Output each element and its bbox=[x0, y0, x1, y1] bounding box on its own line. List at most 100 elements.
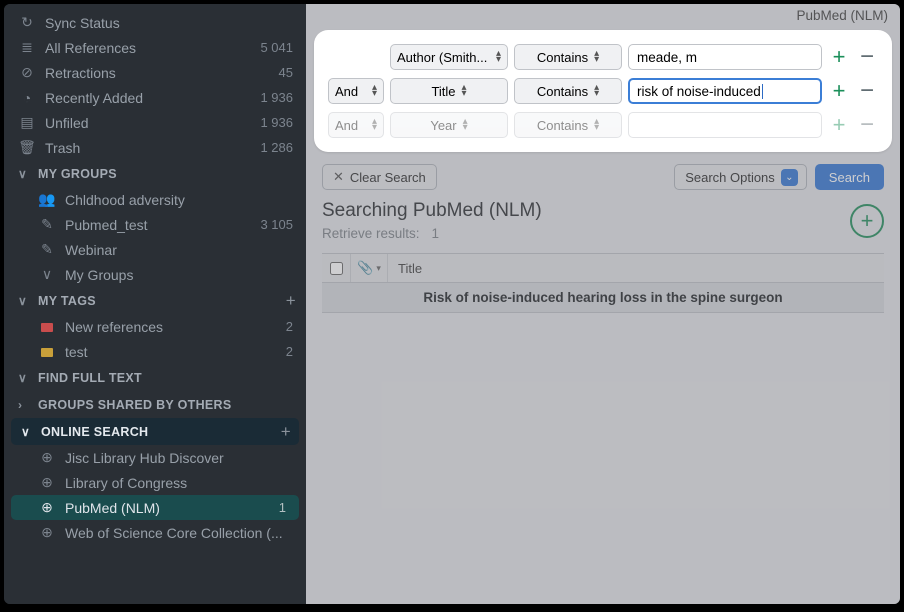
sidebar-trash[interactable]: 🗑Trash1 286 bbox=[4, 135, 306, 160]
sidebar-item-count: 2 bbox=[286, 319, 296, 334]
sidebar-item-label: Trash bbox=[45, 140, 260, 156]
plus-icon[interactable]: + bbox=[286, 291, 296, 311]
sidebar-item-count: 45 bbox=[279, 65, 296, 80]
sidebar-header-label: MY GROUPS bbox=[38, 167, 296, 181]
add-reference-button[interactable]: + bbox=[850, 204, 884, 238]
sidebar-header-my-groups[interactable]: ∨ MY GROUPS bbox=[4, 160, 306, 187]
sidebar-tag-test[interactable]: test2 bbox=[4, 339, 306, 364]
remove-row-button[interactable]: − bbox=[856, 115, 878, 135]
search-row-3: And ▴▾ Year ▴▾ Contains▴▾ + − bbox=[328, 108, 878, 142]
select-value: And bbox=[335, 118, 358, 133]
search-value-2[interactable]: risk of noise-induced bbox=[628, 78, 822, 104]
table-header: 📎▾ Title bbox=[322, 253, 884, 283]
sidebar-all-references[interactable]: ≣All References5 041 bbox=[4, 35, 306, 60]
add-row-button[interactable]: + bbox=[828, 114, 850, 136]
tag-icon bbox=[38, 344, 56, 360]
search-options-button[interactable]: Search Options⌄ bbox=[674, 164, 807, 190]
up-down-icon: ▴▾ bbox=[372, 119, 377, 131]
select-all-checkbox[interactable] bbox=[322, 262, 350, 275]
field-select-year[interactable]: Year ▴▾ bbox=[390, 112, 508, 138]
list-icon: ≣ bbox=[18, 39, 36, 56]
title-column-header[interactable]: Title bbox=[388, 261, 422, 276]
sidebar-sync-status[interactable]: ↻Sync Status bbox=[4, 10, 306, 35]
sidebar-item-label: test bbox=[65, 344, 286, 360]
chevron-right-icon: › bbox=[18, 398, 34, 412]
operator-select-1[interactable]: Contains▴▾ bbox=[514, 44, 622, 70]
sidebar-retractions[interactable]: ⊘ Retractions45 bbox=[4, 60, 306, 85]
input-value: risk of noise-induced bbox=[637, 84, 761, 99]
attachment-column[interactable]: 📎▾ bbox=[350, 254, 388, 282]
sidebar-item-label: Jisc Library Hub Discover bbox=[65, 450, 296, 466]
heading-row: Searching PubMed (NLM) Retrieve results:… bbox=[322, 200, 884, 241]
button-label: Search Options bbox=[685, 170, 775, 185]
paperclip-icon: 📎 bbox=[357, 260, 373, 276]
plus-icon[interactable]: + bbox=[281, 422, 291, 442]
add-row-button[interactable]: + bbox=[828, 80, 850, 102]
operator-select-2[interactable]: Contains▴▾ bbox=[514, 78, 622, 104]
sidebar-unfiled[interactable]: ▤Unfiled1 936 bbox=[4, 110, 306, 135]
close-icon: ✕ bbox=[333, 169, 344, 185]
sidebar-item-count: 3 105 bbox=[260, 217, 296, 232]
sidebar-header-label: ONLINE SEARCH bbox=[41, 425, 281, 439]
bool-select-3[interactable]: And ▴▾ bbox=[328, 112, 384, 138]
remove-row-button[interactable]: − bbox=[856, 47, 878, 67]
up-down-icon: ▴▾ bbox=[496, 51, 501, 63]
sidebar-item-label: Library of Congress bbox=[65, 475, 296, 491]
search-value-1[interactable]: meade, m bbox=[628, 44, 822, 70]
bool-select-2[interactable]: And▴▾ bbox=[328, 78, 384, 104]
field-select-title[interactable]: Title ▴▾ bbox=[390, 78, 508, 104]
button-label: Clear Search bbox=[350, 170, 426, 185]
sidebar-item-label: All References bbox=[45, 40, 260, 56]
group-icon: ✎ bbox=[38, 241, 56, 258]
clock-icon: ◔ bbox=[18, 90, 36, 106]
search-value-3[interactable] bbox=[628, 112, 822, 138]
up-down-icon: ▴▾ bbox=[462, 85, 467, 97]
sidebar-recently-added[interactable]: ◔ Recently Added1 936 bbox=[4, 85, 306, 110]
chevron-down-icon: ∨ bbox=[38, 266, 56, 283]
retrieve-count: 1 bbox=[432, 226, 440, 241]
sidebar-group-webinar[interactable]: ✎Webinar bbox=[4, 237, 306, 262]
table-row[interactable]: Risk of noise-induced hearing loss in th… bbox=[322, 283, 884, 313]
up-down-icon: ▴▾ bbox=[372, 85, 377, 97]
retrieve-label: Retrieve results: bbox=[322, 226, 420, 241]
sidebar-group-pubmed-test[interactable]: ✎Pubmed_test3 105 bbox=[4, 212, 306, 237]
field-select-author[interactable]: Author (Smith...▴▾ bbox=[390, 44, 508, 70]
sidebar-header-groups-shared[interactable]: ›GROUPS SHARED BY OTHERS bbox=[4, 391, 306, 418]
sidebar-header-my-tags[interactable]: ∨MY TAGS+ bbox=[4, 287, 306, 314]
sidebar-online-wos[interactable]: ⊕Web of Science Core Collection (... bbox=[4, 520, 306, 545]
remove-row-button[interactable]: − bbox=[856, 81, 878, 101]
sidebar-online-loc[interactable]: ⊕ Library of Congress bbox=[4, 470, 306, 495]
sidebar-item-label: Retractions bbox=[45, 65, 279, 81]
search-row-2: And▴▾ Title ▴▾ Contains▴▾ risk of noise-i… bbox=[328, 74, 878, 108]
sidebar-group-my-groups-set[interactable]: ∨My Groups bbox=[4, 262, 306, 287]
sidebar-header-online-search[interactable]: ∨ONLINE SEARCH+ bbox=[11, 418, 299, 445]
sidebar-item-label: Web of Science Core Collection (... bbox=[65, 525, 296, 541]
sidebar-online-jisc[interactable]: ⊕Jisc Library Hub Discover bbox=[4, 445, 306, 470]
up-down-icon: ▴▾ bbox=[463, 119, 468, 131]
retraction-icon: ⊘ bbox=[18, 64, 36, 81]
globe-icon: ⊕ bbox=[38, 474, 56, 491]
sidebar-item-label: Unfiled bbox=[45, 115, 260, 131]
unfiled-icon: ▤ bbox=[18, 114, 36, 131]
select-value: Contains bbox=[537, 118, 588, 133]
sidebar-group-childhood[interactable]: 👥Chldhood adversity bbox=[4, 187, 306, 212]
select-value: Title bbox=[431, 84, 455, 99]
up-down-icon: ▴▾ bbox=[594, 51, 599, 63]
search-button[interactable]: Search bbox=[815, 164, 884, 190]
select-value: Year bbox=[430, 118, 456, 133]
sidebar-online-pubmed[interactable]: ⊕PubMed (NLM)1 bbox=[11, 495, 299, 520]
sidebar-header-label: MY TAGS bbox=[38, 294, 286, 308]
sidebar-item-count: 1 936 bbox=[260, 90, 296, 105]
operator-select-3[interactable]: Contains▴▾ bbox=[514, 112, 622, 138]
sidebar-tag-new-references[interactable]: New references2 bbox=[4, 314, 306, 339]
trash-icon: 🗑 bbox=[18, 139, 36, 156]
tag-icon bbox=[38, 319, 56, 335]
add-row-button[interactable]: + bbox=[828, 46, 850, 68]
results-heading: Searching PubMed (NLM) bbox=[322, 200, 542, 222]
clear-search-button[interactable]: ✕ Clear Search bbox=[322, 164, 437, 190]
chevron-down-icon: ▾ bbox=[376, 263, 381, 274]
sidebar-header-find-full-text[interactable]: ∨FIND FULL TEXT bbox=[4, 364, 306, 391]
chevron-down-icon: ∨ bbox=[18, 167, 34, 181]
topbar: PubMed (NLM) bbox=[306, 4, 900, 26]
sidebar-item-label: Recently Added bbox=[45, 90, 260, 106]
